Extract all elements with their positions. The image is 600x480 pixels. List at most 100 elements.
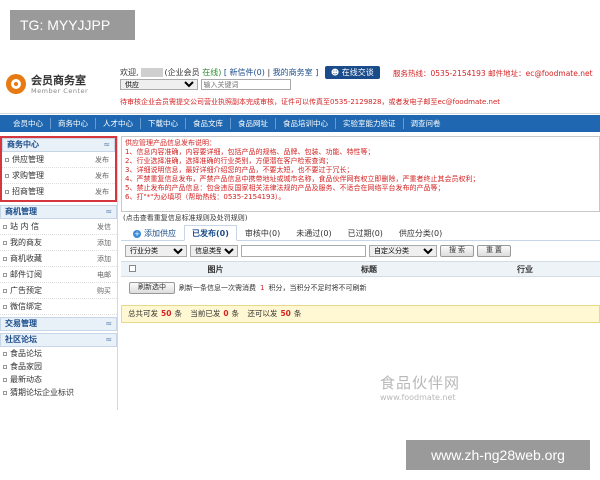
- watermark-en: www.foodmate.net: [380, 393, 456, 402]
- nav-item[interactable]: 下载中心: [141, 118, 186, 129]
- tg-label: TG: MYYJJPP: [10, 10, 135, 40]
- bullet-icon: [3, 257, 7, 261]
- refresh-selected-button[interactable]: 刷新选中: [129, 282, 175, 294]
- sidebar-item-label: 招商管理: [12, 187, 44, 196]
- trade-manage-header[interactable]: 交易管理 ≈: [0, 317, 117, 331]
- rule-line: 5、禁止发布的产品信息：包含违反国家相关法律法规的产品及服务、不适合在网络平台发…: [125, 184, 445, 192]
- tab-rejected[interactable]: 未通过(0): [288, 225, 339, 240]
- chat-icon: ☻: [330, 68, 340, 77]
- tab-supply-category[interactable]: 供应分类(0): [391, 225, 450, 240]
- keyword-input[interactable]: [241, 245, 366, 257]
- sidebar-action-link[interactable]: 添加: [97, 235, 111, 251]
- sidebar-item-wechat-bind[interactable]: 微信绑定: [0, 299, 117, 315]
- nav-item[interactable]: 商务中心: [51, 118, 96, 129]
- nav-item[interactable]: 食品网址: [231, 118, 276, 129]
- rule-line: 6、打"*"为必填项（帮助热线：0535-2154193）。: [125, 193, 286, 201]
- rule-line: 4、严禁重复信息发布，严禁产品信息中携带地址或城市名称，食品伙伴网有权立即删除，…: [125, 175, 480, 183]
- nav-item[interactable]: 人才中心: [96, 118, 141, 129]
- collapse-icon[interactable]: ≈: [105, 206, 112, 218]
- category-select[interactable]: 行业分类: [125, 245, 187, 257]
- logo-subtitle: Member Center: [31, 87, 89, 95]
- sidebar-item-forum-logo[interactable]: 猜期论坛企业标识: [0, 386, 117, 399]
- rules-detail-link[interactable]: (点击查看重复信息标准规则及处罚规则): [123, 213, 600, 223]
- verification-notice: 待审核企业会员需提交公司营业执照副本完成审核，证件可以传真至0535-21298…: [120, 98, 501, 106]
- sidebar-item-label: 最新动态: [10, 375, 42, 384]
- sidebar-item-supply[interactable]: 供应管理 发布: [2, 152, 115, 168]
- logo[interactable]: 会员商务室 Member Center: [6, 72, 106, 98]
- publish-link[interactable]: 发布: [95, 168, 109, 184]
- select-all-cell: [121, 264, 143, 274]
- search-type-select[interactable]: 供应: [120, 79, 198, 90]
- sidebar-item-ad-booking[interactable]: 广告预定 购买: [0, 283, 117, 299]
- bullet-icon: [3, 352, 7, 356]
- sidebar-item-food-home[interactable]: 食品家园: [0, 360, 117, 373]
- reset-button[interactable]: 重 置: [476, 245, 511, 257]
- username-blurred: [140, 68, 163, 77]
- bullet-icon: [3, 241, 7, 245]
- business-center-header[interactable]: 商务中心 ≈: [2, 138, 115, 152]
- sidebar-action-link[interactable]: 添加: [97, 251, 111, 267]
- sidebar-item-label: 食品家园: [10, 362, 42, 371]
- quota-unit: 条: [174, 309, 182, 318]
- nav-item[interactable]: 食品培训中心: [276, 118, 336, 129]
- sidebar-item-label: 供应管理: [12, 155, 44, 164]
- refresh-text-prefix: 刷新一条信息一次需消费: [179, 284, 256, 292]
- col-title: 标题: [361, 264, 377, 274]
- trade-manage-title: 交易管理: [5, 319, 37, 328]
- sidebar: 商务中心 ≈ 供应管理 发布 求购管理 发布 招商管理 发布 商机管理 ≈ 站 …: [0, 136, 118, 410]
- my-office-link[interactable]: 我的商务室 ]: [273, 68, 319, 77]
- inbox-link[interactable]: [ 新信件(0): [224, 68, 265, 77]
- tab-pending[interactable]: 审核中(0): [237, 225, 288, 240]
- collapse-icon[interactable]: ≈: [105, 334, 112, 346]
- main-content: 供应管理产品信息发布说明： 1、信息内容准确，内容要详细，包括产品的规格、品牌、…: [121, 136, 600, 410]
- forum-title: 社区论坛: [5, 335, 37, 344]
- info-type-select[interactable]: 信息类型: [190, 245, 238, 257]
- custom-category-select[interactable]: 自定义分类: [369, 245, 437, 257]
- nav-item[interactable]: 调查问卷: [404, 118, 448, 129]
- hotline: 服务热线：0535-2154193 邮件地址：ec@foodmate.net: [393, 69, 593, 78]
- select-all-checkbox[interactable]: [128, 264, 136, 272]
- sidebar-action-link[interactable]: 电邮: [97, 267, 111, 283]
- refresh-cost: 1: [260, 284, 265, 292]
- sidebar-action-link[interactable]: 发信: [97, 219, 111, 235]
- col-image: 图片: [207, 264, 224, 274]
- tab-published[interactable]: 已发布(0): [184, 225, 237, 241]
- member-type: (企业会员: [164, 68, 200, 77]
- sidebar-item-messages[interactable]: 站 内 信 发信: [0, 219, 117, 235]
- publish-link[interactable]: 发布: [95, 152, 109, 168]
- forum-header[interactable]: 社区论坛 ≈: [0, 333, 117, 347]
- online-chat-button[interactable]: ☻ 在线交谈: [324, 66, 380, 79]
- filter-bar: 行业分类 信息类型 自定义分类 搜 索 重 置: [121, 241, 600, 261]
- expand-icon[interactable]: ≈: [105, 318, 112, 330]
- tab-add-supply[interactable]: + 添加供应: [125, 225, 184, 240]
- sidebar-action-link[interactable]: 购买: [97, 283, 111, 299]
- sidebar-item-label: 猜期论坛企业标识: [10, 388, 74, 397]
- sidebar-item-latest-news[interactable]: 最新动态: [0, 373, 117, 386]
- sidebar-item-food-forum[interactable]: 食品论坛: [0, 347, 117, 360]
- bullet-icon: [3, 391, 7, 395]
- sidebar-item-purchase[interactable]: 求购管理 发布: [2, 168, 115, 184]
- bullet-icon: [3, 305, 7, 309]
- bullet-icon: [5, 174, 9, 178]
- nav-item[interactable]: 实验室能力验证: [336, 118, 404, 129]
- search-input[interactable]: [200, 79, 291, 90]
- nav-item[interactable]: 食品文库: [186, 118, 231, 129]
- sidebar-item-favorites[interactable]: 商机收藏 添加: [0, 251, 117, 267]
- biz-manage-header[interactable]: 商机管理 ≈: [0, 205, 117, 219]
- bullet-icon: [3, 289, 7, 293]
- sidebar-item-friends[interactable]: 我的商友 添加: [0, 235, 117, 251]
- rule-line: 1、信息内容准确，内容要详细，包括产品的规格、品牌、包装、功能、特性等；: [125, 148, 375, 156]
- nav-item[interactable]: 会员中心: [6, 118, 51, 129]
- bullet-icon: [5, 190, 9, 194]
- table-header: 图片 标题 行业: [121, 261, 600, 277]
- logo-title: 会员商务室: [31, 74, 86, 87]
- tab-expired[interactable]: 已过期(0): [340, 225, 391, 240]
- sidebar-item-mail-subscribe[interactable]: 邮件订阅 电邮: [0, 267, 117, 283]
- collapse-icon[interactable]: ≈: [103, 139, 110, 151]
- search-button[interactable]: 搜 索: [440, 245, 474, 257]
- publish-link[interactable]: 发布: [95, 184, 109, 200]
- sidebar-item-label: 微信绑定: [10, 302, 42, 311]
- sidebar-item-investment[interactable]: 招商管理 发布: [2, 184, 115, 200]
- refresh-row: 刷新选中 刷新一条信息一次需消费 1 积分，当积分不足时将不可刷新: [121, 277, 600, 299]
- separator: |: [267, 68, 271, 77]
